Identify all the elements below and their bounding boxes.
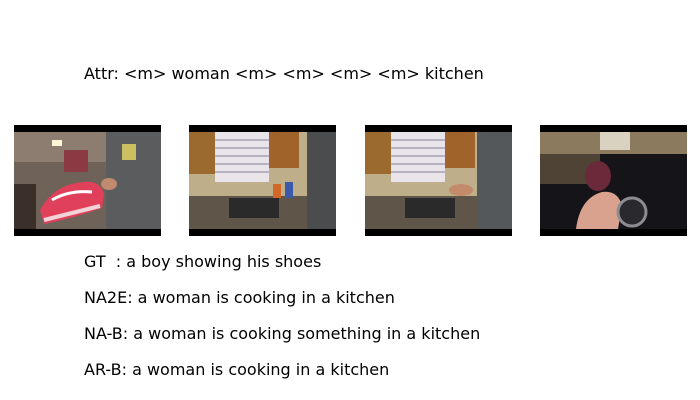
caption-ground-truth: GT : a boy showing his shoes xyxy=(84,252,322,271)
video-frame-2 xyxy=(189,125,336,236)
frame-2-image xyxy=(189,132,336,229)
video-frame-1 xyxy=(14,125,161,236)
video-frame-4 xyxy=(540,125,687,236)
frame-3-image xyxy=(365,132,512,229)
caption-na-b: NA-B: a woman is cooking something in a … xyxy=(84,324,481,343)
attribute-line: Attr: <m> woman <m> <m> <m> <m> kitchen xyxy=(84,64,484,83)
video-frame-3 xyxy=(365,125,512,236)
caption-na2e: NA2E: a woman is cooking in a kitchen xyxy=(84,288,395,307)
caption-ar-b: AR-B: a woman is cooking in a kitchen xyxy=(84,360,390,379)
frame-1-image xyxy=(14,132,161,229)
frame-4-image xyxy=(540,132,687,229)
